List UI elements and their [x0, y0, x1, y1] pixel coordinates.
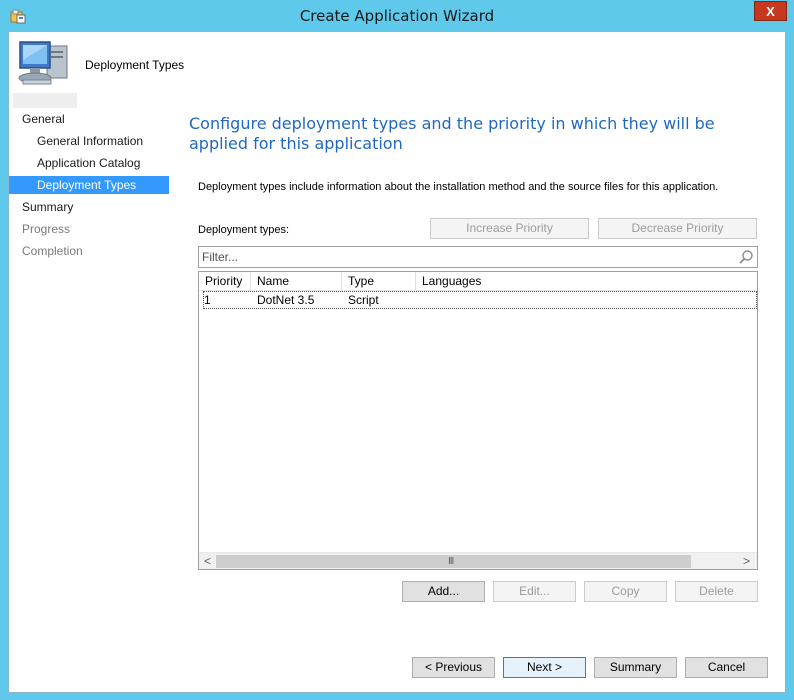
column-header-priority[interactable]: Priority — [199, 272, 251, 290]
cell-type: Script — [348, 293, 379, 307]
cancel-button[interactable]: Cancel — [685, 657, 768, 678]
scroll-left-icon[interactable]: < — [199, 553, 216, 570]
page-heading: Configure deployment types and the prior… — [189, 114, 715, 153]
wizard-client-area: Deployment Types General General Informa… — [8, 31, 786, 693]
title-bar[interactable]: Create Application Wizard X — [0, 0, 794, 32]
computer-icon — [17, 38, 71, 88]
nav-item-summary[interactable]: Summary — [9, 198, 169, 216]
window-title: Create Application Wizard — [299, 7, 495, 25]
header-title: Deployment Types — [85, 58, 185, 72]
deployment-types-list[interactable]: Priority Name Type Languages 1 DotNet 3.… — [198, 271, 758, 570]
page-description: Deployment types include information abo… — [198, 181, 719, 193]
scroll-right-icon[interactable]: > — [738, 553, 755, 570]
table-row[interactable]: 1 DotNet 3.5 Script — [203, 291, 757, 309]
nav-item-application-catalog[interactable]: Application Catalog — [9, 154, 169, 172]
next-button[interactable]: Next > — [503, 657, 586, 678]
deployment-types-label: Deployment types: — [198, 224, 290, 236]
nav-item-completion: Completion — [22, 244, 83, 258]
scroll-thumb[interactable]: III — [216, 555, 691, 568]
summary-button[interactable]: Summary — [594, 657, 677, 678]
search-icon[interactable] — [738, 249, 754, 265]
decrease-priority-button[interactable]: Decrease Priority — [598, 218, 757, 239]
column-header-name[interactable]: Name — [251, 272, 342, 290]
delete-button[interactable]: Delete — [675, 581, 758, 602]
previous-button[interactable]: < Previous — [412, 657, 495, 678]
header-divider-strip — [13, 93, 77, 108]
close-button[interactable]: X — [754, 1, 787, 21]
column-header-languages[interactable]: Languages — [416, 272, 536, 290]
nav-item-progress: Progress — [22, 222, 71, 236]
edit-button[interactable]: Edit... — [493, 581, 576, 602]
scroll-grip-icon: III — [448, 556, 454, 567]
horizontal-scrollbar[interactable]: < III > — [199, 552, 757, 569]
increase-priority-button[interactable]: Increase Priority — [430, 218, 589, 239]
cell-name: DotNet 3.5 — [257, 293, 315, 307]
column-header-type[interactable]: Type — [342, 272, 416, 290]
filter-input[interactable] — [202, 249, 722, 265]
nav-item-deployment-types[interactable]: Deployment Types — [9, 176, 169, 194]
wizard-header: Deployment Types — [9, 32, 785, 92]
add-button[interactable]: Add... — [402, 581, 485, 602]
nav-item-general[interactable]: General — [9, 110, 169, 128]
copy-button[interactable]: Copy — [584, 581, 667, 602]
wizard-window: Create Application Wizard X Deployment T… — [0, 0, 794, 700]
filter-box — [198, 246, 758, 268]
cell-priority: 1 — [204, 293, 211, 307]
nav-item-general-information[interactable]: General Information — [9, 132, 169, 150]
